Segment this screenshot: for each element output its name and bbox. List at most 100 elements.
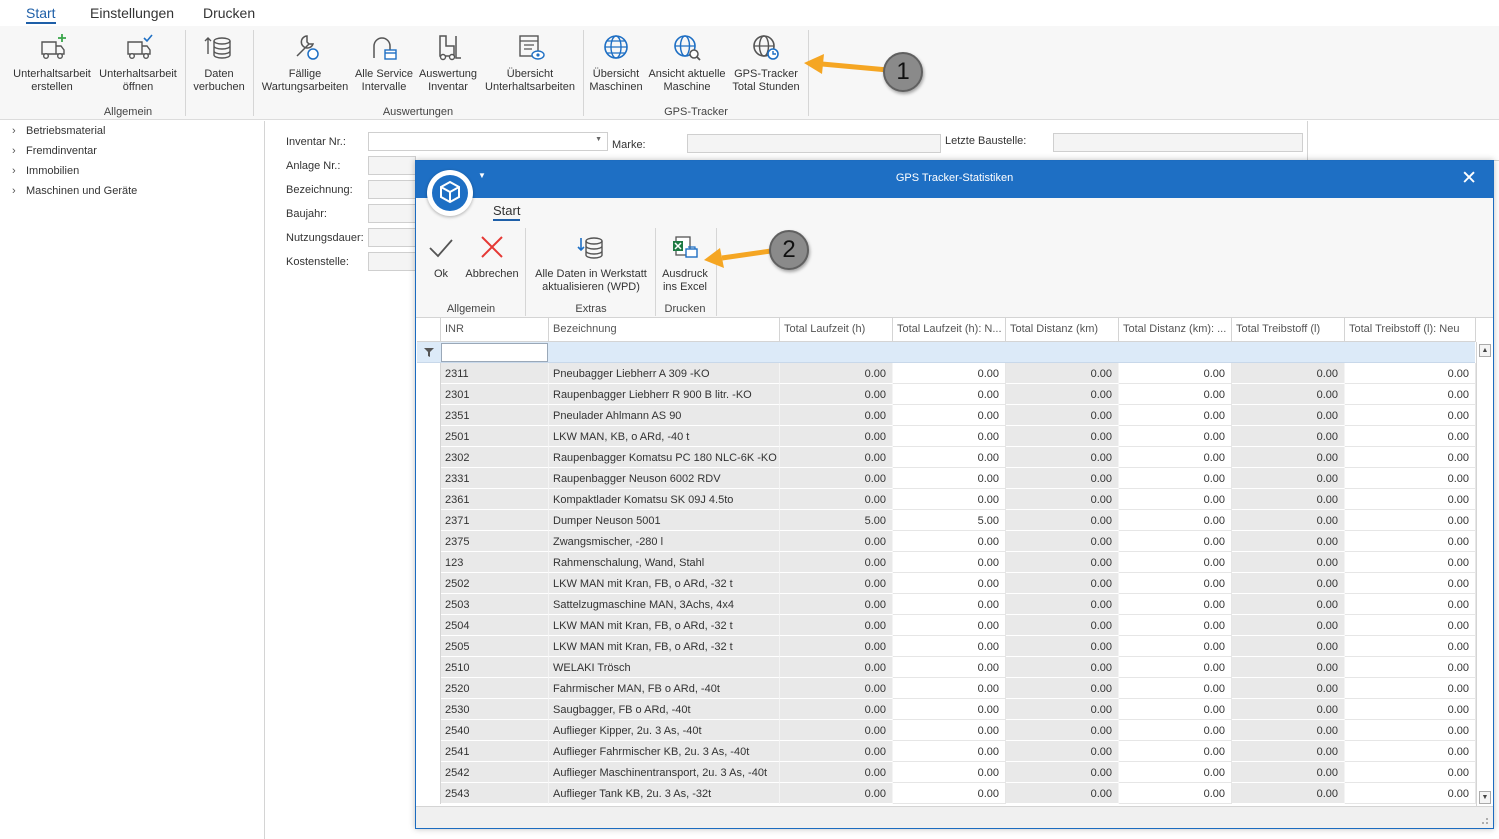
table-row[interactable]: 123 Rahmenschalung, Wand, Stahl 0.00 0.00 0.… [417, 552, 1476, 573]
table-row[interactable]: 2520 Fahrmischer MAN, FB o ARd, -40t 0.00 0… [417, 678, 1476, 699]
cell-inr[interactable]: 2301 [441, 384, 549, 405]
uebersicht-unterhaltsarbeiten-button[interactable]: Übersicht Unterhaltsarbeiten [482, 32, 578, 94]
cell-total-treibstoff[interactable]: 0.00 [1232, 636, 1345, 657]
nutzungsdauer-field[interactable] [368, 228, 416, 247]
row-indicator[interactable] [417, 447, 441, 468]
cell-total-distanz-neu[interactable]: 0.00 [1119, 447, 1232, 468]
cell-inr[interactable]: 2510 [441, 657, 549, 678]
cell-inr[interactable]: 2371 [441, 510, 549, 531]
cell-total-treibstoff[interactable]: 0.00 [1232, 594, 1345, 615]
table-row[interactable]: 2331 Raupenbagger Neuson 6002 RDV 0.00 0.00… [417, 468, 1476, 489]
cell-bezeichnung[interactable]: Dumper Neuson 5001 [549, 510, 780, 531]
table-row[interactable]: 2361 Kompaktlader Komatsu SK 09J 4.5to 0.0… [417, 489, 1476, 510]
row-indicator[interactable] [417, 573, 441, 594]
column-header-total-treibstoff-neu[interactable]: Total Treibstoff (l): Neu [1345, 318, 1476, 342]
cell-total-laufzeit-neu[interactable]: 0.00 [893, 636, 1006, 657]
tab-drucken[interactable]: Drucken [203, 5, 255, 21]
cell-inr[interactable]: 2375 [441, 531, 549, 552]
faellige-wartungsarbeiten-button[interactable]: Fällige Wartungsarbeiten [259, 32, 351, 94]
table-row[interactable]: 2505 LKW MAN mit Kran, FB, o ARd, -32 t 0.… [417, 636, 1476, 657]
daten-verbuchen-button[interactable]: Daten verbuchen [188, 32, 250, 94]
cell-inr[interactable]: 2311 [441, 363, 549, 384]
cell-total-distanz-neu[interactable]: 0.00 [1119, 720, 1232, 741]
cell-total-laufzeit-neu[interactable]: 0.00 [893, 594, 1006, 615]
row-indicator[interactable] [417, 552, 441, 573]
row-indicator[interactable] [417, 468, 441, 489]
cell-inr[interactable]: 2351 [441, 405, 549, 426]
cell-total-laufzeit-neu[interactable]: 0.00 [893, 657, 1006, 678]
cell-total-distanz-neu[interactable]: 0.00 [1119, 552, 1232, 573]
cell-total-laufzeit[interactable]: 0.00 [780, 489, 893, 510]
cell-bezeichnung[interactable]: Zwangsmischer, -280 l [549, 531, 780, 552]
cell-total-treibstoff[interactable]: 0.00 [1232, 720, 1345, 741]
cell-total-distanz[interactable]: 0.00 [1006, 468, 1119, 489]
cell-bezeichnung[interactable]: Auflieger Kipper, 2u. 3 As, -40t [549, 720, 780, 741]
table-row[interactable]: 2501 LKW MAN, KB, o ARd, -40 t 0.00 0.00 0.0… [417, 426, 1476, 447]
column-header-bezeichnung[interactable]: Bezeichnung [549, 318, 780, 342]
column-header-total-laufzeit-neu[interactable]: Total Laufzeit (h): N... [893, 318, 1006, 342]
cell-inr[interactable]: 2361 [441, 489, 549, 510]
alle-service-intervalle-button[interactable]: Alle Service Intervalle [353, 32, 415, 94]
cell-total-treibstoff-neu[interactable]: 0.00 [1345, 594, 1476, 615]
cell-total-treibstoff-neu[interactable]: 0.00 [1345, 783, 1476, 804]
cell-total-distanz-neu[interactable]: 0.00 [1119, 594, 1232, 615]
table-row[interactable]: 2510 WELAKI Trösch 0.00 0.00 0.00 0.00 0.00 0.0… [417, 657, 1476, 678]
anlage-nr-field[interactable] [368, 156, 416, 175]
cell-bezeichnung[interactable]: Saugbagger, FB o ARd, -40t [549, 699, 780, 720]
cell-bezeichnung[interactable]: LKW MAN mit Kran, FB, o ARd, -32 t [549, 636, 780, 657]
cell-total-treibstoff-neu[interactable]: 0.00 [1345, 510, 1476, 531]
cell-total-distanz-neu[interactable]: 0.00 [1119, 741, 1232, 762]
table-row[interactable]: 2375 Zwangsmischer, -280 l 0.00 0.00 0.00 0.0… [417, 531, 1476, 552]
cell-bezeichnung[interactable]: Pneulader Ahlmann AS 90 [549, 405, 780, 426]
row-indicator[interactable] [417, 762, 441, 783]
auswertung-inventar-button[interactable]: Auswertung Inventar [417, 32, 479, 94]
cell-total-distanz[interactable]: 0.00 [1006, 447, 1119, 468]
unterhaltsarbeit-oeffnen-button[interactable]: Unterhaltsarbeit öffnen [96, 32, 180, 94]
cell-total-laufzeit[interactable]: 0.00 [780, 468, 893, 489]
cell-total-treibstoff-neu[interactable]: 0.00 [1345, 657, 1476, 678]
table-row[interactable]: 2540 Auflieger Kipper, 2u. 3 As, -40t 0.00… [417, 720, 1476, 741]
cell-total-laufzeit[interactable]: 0.00 [780, 405, 893, 426]
cell-total-treibstoff[interactable]: 0.00 [1232, 405, 1345, 426]
cell-total-distanz-neu[interactable]: 0.00 [1119, 678, 1232, 699]
table-row[interactable]: 2502 LKW MAN mit Kran, FB, o ARd, -32 t 0.… [417, 573, 1476, 594]
table-row[interactable]: 2530 Saugbagger, FB o ARd, -40t 0.00 0.00 0.… [417, 699, 1476, 720]
row-indicator[interactable] [417, 636, 441, 657]
table-row[interactable]: 2301 Raupenbagger Liebherr R 900 B litr. … [417, 384, 1476, 405]
cell-bezeichnung[interactable]: Sattelzugmaschine MAN, 3Achs, 4x4 [549, 594, 780, 615]
cell-total-laufzeit[interactable]: 0.00 [780, 783, 893, 804]
cell-total-distanz[interactable]: 0.00 [1006, 552, 1119, 573]
cell-total-laufzeit-neu[interactable]: 0.00 [893, 762, 1006, 783]
cell-total-laufzeit[interactable]: 0.00 [780, 615, 893, 636]
cell-total-treibstoff[interactable]: 0.00 [1232, 531, 1345, 552]
cell-bezeichnung[interactable]: Rahmenschalung, Wand, Stahl [549, 552, 780, 573]
cell-total-distanz[interactable]: 0.00 [1006, 678, 1119, 699]
cell-bezeichnung[interactable]: Pneubagger Liebherr A 309 -KO [549, 363, 780, 384]
row-indicator[interactable] [417, 783, 441, 804]
cell-total-treibstoff[interactable]: 0.00 [1232, 699, 1345, 720]
cell-total-laufzeit[interactable]: 0.00 [780, 594, 893, 615]
row-indicator[interactable] [417, 720, 441, 741]
table-row[interactable]: 2504 LKW MAN mit Kran, FB, o ARd, -32 t 0.… [417, 615, 1476, 636]
cell-total-distanz-neu[interactable]: 0.00 [1119, 489, 1232, 510]
cell-total-laufzeit[interactable]: 0.00 [780, 384, 893, 405]
cell-total-treibstoff[interactable]: 0.00 [1232, 447, 1345, 468]
cell-total-treibstoff[interactable]: 0.00 [1232, 552, 1345, 573]
cell-total-laufzeit[interactable]: 0.00 [780, 363, 893, 384]
scroll-down-icon[interactable]: ▼ [1479, 791, 1491, 804]
cell-total-distanz[interactable]: 0.00 [1006, 573, 1119, 594]
tab-start[interactable]: Start [26, 5, 56, 24]
table-row[interactable]: 2541 Auflieger Fahrmischer KB, 2u. 3 As, … [417, 741, 1476, 762]
column-header-total-treibstoff[interactable]: Total Treibstoff (l) [1232, 318, 1345, 342]
cell-total-distanz-neu[interactable]: 0.00 [1119, 426, 1232, 447]
cell-total-laufzeit-neu[interactable]: 0.00 [893, 573, 1006, 594]
cell-total-laufzeit-neu[interactable]: 0.00 [893, 426, 1006, 447]
row-indicator[interactable] [417, 384, 441, 405]
cell-bezeichnung[interactable]: Fahrmischer MAN, FB o ARd, -40t [549, 678, 780, 699]
cell-total-laufzeit-neu[interactable]: 0.00 [893, 741, 1006, 762]
table-row[interactable]: 2542 Auflieger Maschinentransport, 2u. 3 … [417, 762, 1476, 783]
cell-inr[interactable]: 2520 [441, 678, 549, 699]
vertical-scrollbar[interactable]: ▲ ▼ [1476, 342, 1493, 806]
cell-inr[interactable]: 2331 [441, 468, 549, 489]
cell-total-distanz[interactable]: 0.00 [1006, 720, 1119, 741]
